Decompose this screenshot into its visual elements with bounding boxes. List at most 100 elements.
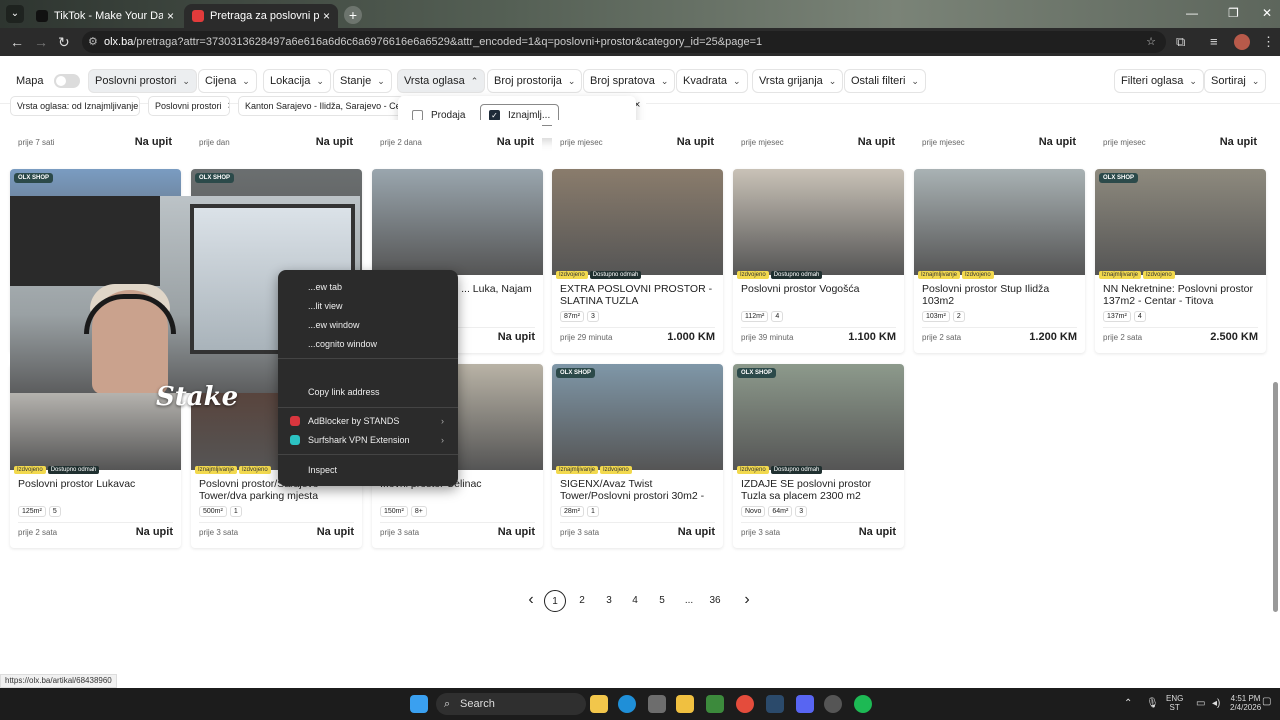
tab-olx[interactable]: Pretraga za poslovni prostor u i ×: [184, 4, 338, 28]
new-tab-button[interactable]: +: [344, 6, 362, 24]
listing-title[interactable]: NN Nekretnine: Poslovni prostor 137m2 - …: [1103, 283, 1261, 307]
listing-card[interactable]: Izdvojeno Dostupno odmah EXTRA POSLOVNI PR…: [552, 169, 723, 353]
chrome-icon[interactable]: [736, 695, 754, 713]
filter-floors[interactable]: Broj spratova ⌄: [583, 69, 676, 93]
scrollbar[interactable]: [1273, 382, 1278, 612]
store-icon[interactable]: [648, 695, 666, 713]
extensions-icon[interactable]: ⧉: [1176, 34, 1185, 50]
page-link[interactable]: 36: [704, 590, 726, 612]
filter-other[interactable]: Ostali filteri ⌄: [844, 69, 926, 93]
back-icon[interactable]: ←: [10, 34, 24, 50]
site-info-icon[interactable]: ⚙: [88, 31, 98, 53]
url-input[interactable]: ⚙ olx.ba/pretraga?attr=3730313628497a6e6…: [82, 31, 1166, 53]
page-link[interactable]: 2: [571, 590, 593, 612]
filter-price[interactable]: Cijena ⌄: [198, 69, 257, 93]
checkbox-checked-icon[interactable]: ✓: [489, 109, 500, 121]
listing-image[interactable]: [1095, 169, 1266, 275]
toggle-switch[interactable]: [53, 74, 80, 88]
listing-title[interactable]: SIGENX/Avaz Twist Tower/Poslovni prostor…: [560, 478, 718, 502]
steam-icon[interactable]: [766, 695, 784, 713]
menu-item-incognito[interactable]: ...cognito window: [278, 335, 458, 353]
bookmark-star-icon[interactable]: ☆: [1146, 31, 1156, 53]
filter-category[interactable]: Poslovni prostori ⌄: [88, 69, 197, 93]
forward-icon[interactable]: →: [34, 34, 48, 50]
maximize-icon[interactable]: ❐: [1228, 6, 1239, 20]
listing-card[interactable]: OLX SHOP Iznajmljivanje Izdvojeno NN Nekret…: [1095, 169, 1266, 353]
listing-card[interactable]: OLX SHOP Izdvojeno Dostupno odmah IZDAJE SE…: [733, 364, 904, 548]
filter-chip[interactable]: Kanton Sarajevo - Ilidža, Sarajevo - Cen…: [238, 96, 404, 116]
close-icon[interactable]: ×: [323, 9, 330, 23]
clock[interactable]: 4:51 PM 2/4/2026: [1230, 694, 1261, 712]
listing-card[interactable]: OLX SHOP Iznajmljivanje Izdvojeno SIGENX/Av…: [552, 364, 723, 548]
listing-card[interactable]: Iznajmljivanje Izdvojeno Poslovni prostor …: [914, 169, 1085, 353]
minecraft-icon[interactable]: [706, 695, 724, 713]
app-icon[interactable]: [676, 695, 694, 713]
page-link[interactable]: 1: [544, 590, 566, 612]
menu-item-surfshark[interactable]: Surfshark VPN Extension ›: [278, 431, 458, 449]
listing-image[interactable]: [733, 169, 904, 275]
microphone-icon[interactable]: 🎙: [1146, 698, 1159, 709]
listing-card-partial[interactable]: prije mjesec Na upit: [914, 120, 1084, 156]
menu-item-new-window[interactable]: ...ew window: [278, 316, 458, 334]
listing-image[interactable]: [552, 364, 723, 470]
listing-card-partial[interactable]: prije dan Na upit: [191, 120, 361, 156]
listing-title[interactable]: Poslovni prostor Stup Ilidža 103m2: [922, 283, 1080, 307]
listing-image[interactable]: [733, 364, 904, 470]
listing-card[interactable]: Izdvojeno Dostupno odmah Poslovni prostor …: [733, 169, 904, 353]
filter-chip[interactable]: Vrsta oglasa: od Iznajmljivanje×: [10, 96, 140, 116]
listing-image[interactable]: [914, 169, 1085, 275]
menu-item-copy-link[interactable]: Copy link address: [278, 383, 458, 401]
notification-icon[interactable]: ▢: [1262, 696, 1271, 707]
filter-ad-filters[interactable]: Filteri oglasa ⌄: [1114, 69, 1204, 93]
listing-card-partial[interactable]: prije mjesec Na upit: [733, 120, 903, 156]
close-window-icon[interactable]: ✕: [1262, 6, 1272, 20]
listing-title[interactable]: Poslovni prostor Vogošća: [741, 283, 899, 307]
filter-chip[interactable]: Poslovni prostori ×: [148, 96, 230, 116]
discord-icon[interactable]: [796, 695, 814, 713]
listing-image[interactable]: [372, 169, 543, 275]
listing-title[interactable]: IZDAJE SE poslovni prostor Tuzla sa plac…: [741, 478, 899, 502]
next-page-icon[interactable]: ›: [736, 590, 758, 612]
filter-area[interactable]: Kvadrata ⌄: [676, 69, 748, 93]
language-indicator[interactable]: ENG ST: [1166, 694, 1183, 712]
taskbar-search[interactable]: ⌕ Search: [436, 693, 586, 715]
tab-search-icon[interactable]: ⌄: [6, 5, 24, 23]
menu-item-adblocker[interactable]: AdBlocker by STANDS ›: [278, 412, 458, 430]
checkbox[interactable]: [412, 109, 423, 121]
filter-heating[interactable]: Vrsta grijanja ⌄: [752, 69, 844, 93]
listing-card-partial[interactable]: prije mjesec Na upit: [1095, 120, 1265, 156]
tab-tiktok[interactable]: TikTok - Make Your Day ×: [28, 4, 182, 28]
filter-condition[interactable]: Stanje ⌄: [333, 69, 392, 93]
filter-rooms[interactable]: Broj prostorija ⌄: [487, 69, 583, 93]
filter-ad-type[interactable]: Vrsta oglasa ⌃: [397, 69, 486, 93]
app-icon[interactable]: [824, 695, 842, 713]
spotify-icon[interactable]: [854, 695, 872, 713]
volume-icon[interactable]: ◂): [1212, 698, 1220, 709]
chevron-up-icon[interactable]: ⌃: [1124, 698, 1132, 709]
menu-item-inspect[interactable]: Inspect: [278, 461, 458, 479]
listing-card-partial[interactable]: prije 7 sati Na upit: [10, 120, 180, 156]
listing-card-partial[interactable]: prije 2 dana Na upit: [372, 120, 542, 156]
menu-item-split-view[interactable]: ...lit view: [278, 297, 458, 315]
menu-item-open-new-tab[interactable]: ...ew tab: [278, 278, 458, 296]
listing-title[interactable]: EXTRA POSLOVNI PROSTOR - SLATINA TUZLA: [560, 283, 718, 307]
network-icon[interactable]: ▭: [1196, 698, 1205, 709]
file-explorer-icon[interactable]: [590, 695, 608, 713]
edge-icon[interactable]: [618, 695, 636, 713]
menu-icon[interactable]: ⋮: [1262, 34, 1275, 50]
page-link[interactable]: 4: [624, 590, 646, 612]
listing-image[interactable]: [552, 169, 723, 275]
close-icon[interactable]: ×: [228, 100, 229, 112]
sort-button[interactable]: Sortiraj ⌄: [1204, 69, 1267, 93]
prev-page-icon[interactable]: ‹: [520, 590, 542, 612]
reload-icon[interactable]: ↻: [58, 34, 70, 51]
profile-avatar[interactable]: [1234, 34, 1250, 50]
page-link[interactable]: 3: [598, 590, 620, 612]
filter-location[interactable]: Lokacija ⌄: [263, 69, 331, 93]
listing-card-partial[interactable]: prije mjesec Na upit: [552, 120, 722, 156]
media-icon[interactable]: ≡: [1210, 34, 1218, 49]
close-icon[interactable]: ×: [167, 9, 174, 23]
minimize-icon[interactable]: —: [1186, 6, 1198, 20]
windows-start-icon[interactable]: [410, 695, 428, 713]
map-toggle[interactable]: Mapa: [10, 69, 86, 93]
